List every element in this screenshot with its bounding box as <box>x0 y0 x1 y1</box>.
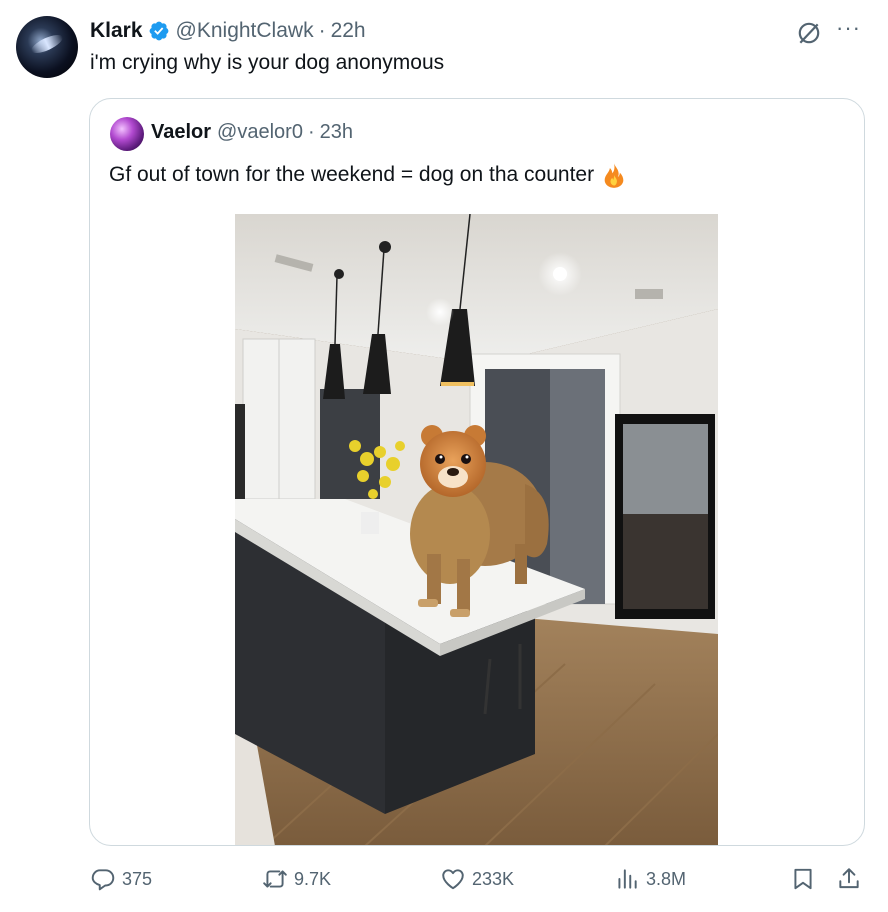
tweet-text: i'm crying why is your dog anonymous <box>90 51 445 74</box>
bookmark-button[interactable] <box>790 862 816 896</box>
repost-button[interactable]: 9.7K <box>262 862 331 896</box>
share-icon <box>839 868 859 889</box>
more-options-icon[interactable]: ··· <box>836 17 866 44</box>
reply-icon <box>91 869 115 891</box>
quoted-tweet-card[interactable]: Vaelor @vaelor0 · 23h Gf out of town for… <box>89 98 865 846</box>
like-count: 233K <box>472 868 515 889</box>
author-avatar[interactable] <box>16 16 78 78</box>
like-button[interactable]: 233K <box>440 862 514 896</box>
heart-icon <box>442 869 464 890</box>
flower-vase <box>361 512 379 534</box>
quoted-tweet-header: Vaelor @vaelor0 · 23h <box>151 121 353 144</box>
quoted-separator: · <box>307 121 315 143</box>
avatar-art <box>29 31 65 57</box>
author-name[interactable]: Klark <box>90 19 143 43</box>
grok-icon[interactable] <box>796 20 822 46</box>
views-count: 3.8M <box>646 868 687 889</box>
tweet-media-photo[interactable] <box>235 214 718 846</box>
repost-icon <box>263 870 287 888</box>
author-handle[interactable]: @KnightClawk <box>176 19 314 43</box>
reply-button[interactable]: 375 <box>90 862 152 896</box>
quoted-author-avatar[interactable] <box>110 117 144 151</box>
quoted-tweet-text-row: Gf out of town for the weekend = dog on … <box>109 161 628 189</box>
tweet-action-bar: 375 9.7K 233K 3.8M <box>0 862 888 896</box>
reply-count: 375 <box>122 868 153 889</box>
tweet-header: Klark @KnightClawk · 22h <box>90 18 366 44</box>
repost-count: 9.7K <box>294 868 332 889</box>
share-button[interactable] <box>836 862 862 896</box>
timestamp[interactable]: 22h <box>331 19 366 43</box>
fire-icon <box>604 163 624 188</box>
views-button[interactable]: 3.8M <box>614 862 686 896</box>
quoted-tweet-text: Gf out of town for the weekend = dog on … <box>109 163 595 186</box>
separator: · <box>318 19 326 42</box>
verified-badge-icon <box>149 21 168 41</box>
views-chart-icon <box>618 869 637 889</box>
quoted-author-handle[interactable]: @vaelor0 <box>217 121 303 144</box>
bookmark-icon <box>794 868 812 890</box>
quoted-timestamp[interactable]: 23h <box>320 121 353 144</box>
quoted-author-name[interactable]: Vaelor <box>151 121 211 144</box>
